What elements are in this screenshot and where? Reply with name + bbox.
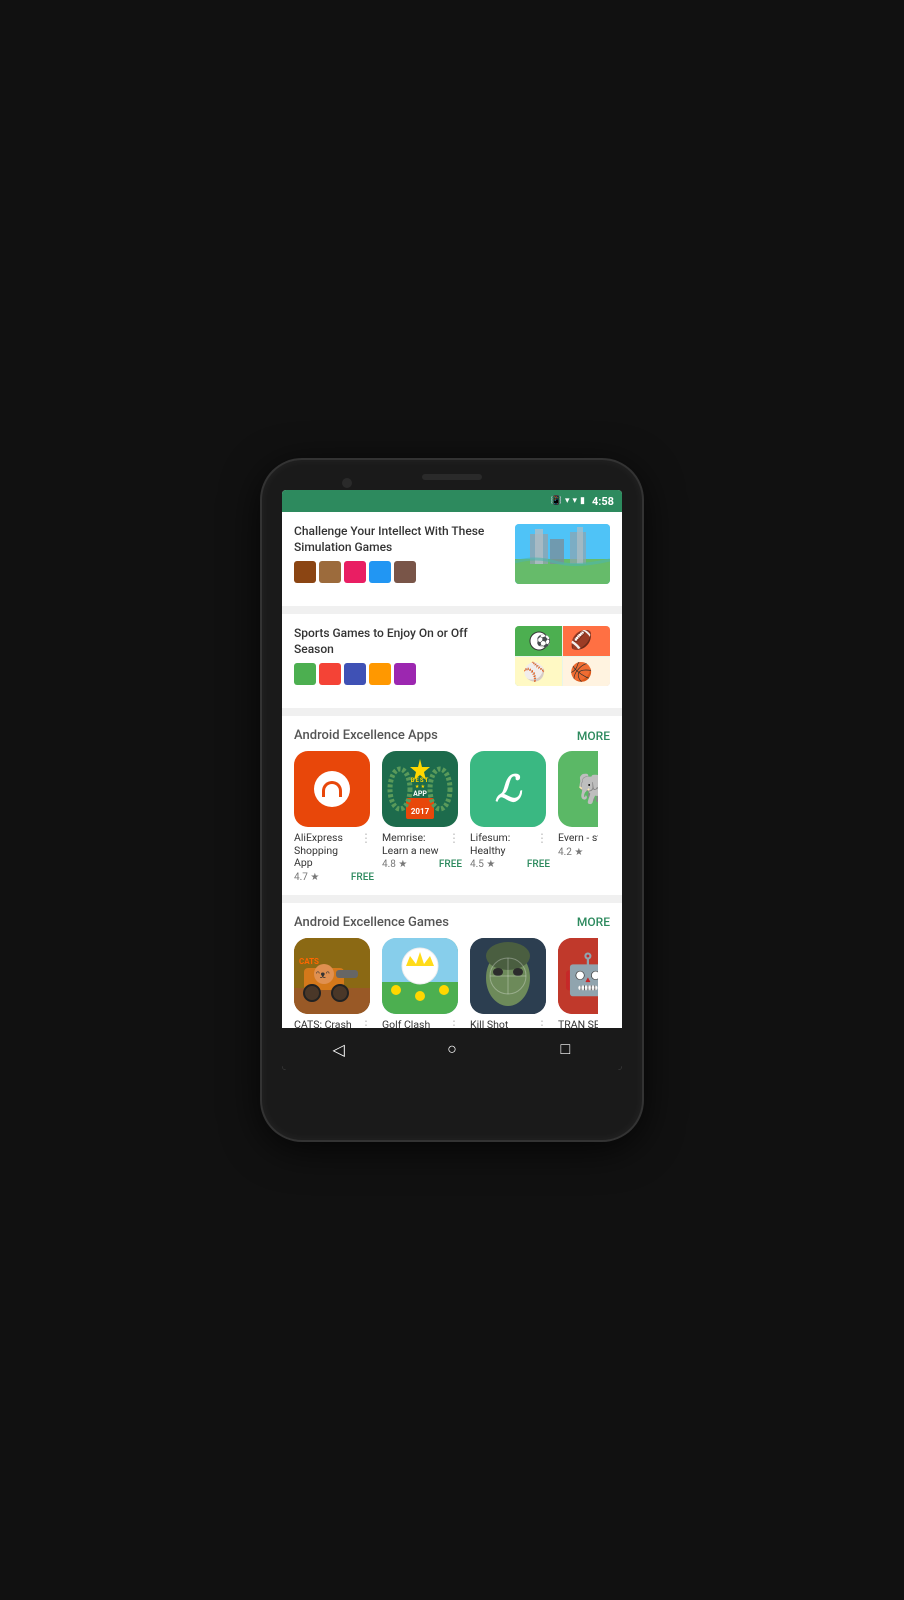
screen-content[interactable]: Challenge Your Intellect With These Simu… (282, 512, 622, 1028)
app-item-evernote[interactable]: 🐘 Evern - stay 4.2 ★ (558, 751, 598, 883)
home-button[interactable]: ○ (432, 1029, 472, 1069)
aliexpress-meta: 4.7 ★ FREE (294, 872, 374, 883)
lifesum-name: Lifesum: Healthy (470, 832, 532, 857)
sports-mini-icon-4 (369, 663, 391, 685)
recents-button[interactable]: □ (545, 1029, 585, 1069)
memrise-rating: 4.8 ★ (382, 859, 407, 870)
svg-text:🏀: 🏀 (570, 660, 592, 684)
apps-scroll[interactable]: AliExpress Shopping App ⋮ 4.7 ★ FREE (294, 751, 610, 883)
sports-thumbnail: ⚽ 🏈 ⚾ 🏀 (515, 626, 610, 686)
golf-menu[interactable]: ⋮ (446, 1019, 462, 1028)
sports-mini-icons (294, 663, 505, 685)
phone-frame: 📳 ▾ ▾ ▮ 4:58 Challenge Your Intellect Wi… (262, 460, 642, 1140)
sim-mini-icon-3 (344, 561, 366, 583)
game-item-golf[interactable]: Golf Clash ⋮ 4.5 ★ FREE (382, 938, 462, 1028)
sports-title: Sports Games to Enjoy On or Off Season (294, 626, 505, 657)
aliexpress-rating: 4.7 ★ (294, 872, 319, 883)
lifesum-menu[interactable]: ⋮ (534, 832, 550, 844)
phone-camera (342, 478, 352, 488)
aliexpress-name: AliExpress Shopping App (294, 832, 356, 870)
aliexpress-menu[interactable]: ⋮ (358, 832, 374, 844)
svg-text:⚽: ⚽ (535, 634, 551, 648)
phone-speaker (422, 474, 482, 480)
status-bar: 📳 ▾ ▾ ▮ 4:58 (282, 490, 622, 512)
excellence-apps-header: Android Excellence Apps MORE (294, 728, 610, 743)
back-button[interactable]: ◁ (319, 1029, 359, 1069)
simulation-title: Challenge Your Intellect With These Simu… (294, 524, 505, 555)
memrise-meta: 4.8 ★ FREE (382, 859, 462, 870)
excellence-games-more[interactable]: MORE (577, 915, 610, 929)
app-item-memrise[interactable]: BEST ★ ★ APP 2017 (382, 751, 462, 883)
transformers-icon: 🤖 (558, 938, 598, 1014)
lifesum-icon: ℒ (470, 751, 546, 827)
transformers-name: TRAN SERS: R (558, 1019, 598, 1028)
excellence-apps-more[interactable]: MORE (577, 729, 610, 743)
games-scroll[interactable]: ᵔᴥᵔ CATS CATS: Crash Arena Turbo ⋮ 4. (294, 938, 610, 1028)
golf-icon (382, 938, 458, 1014)
memrise-price: FREE (439, 859, 462, 870)
wifi-icon: ▾ (565, 496, 570, 506)
killshot-icon (470, 938, 546, 1014)
simulation-thumbnail (515, 524, 610, 584)
svg-text:CATS: CATS (299, 957, 319, 966)
vibrate-icon: 📳 (551, 496, 562, 506)
memrise-icon: BEST ★ ★ APP 2017 (382, 751, 458, 827)
evernote-icon: 🐘 (558, 751, 598, 827)
status-icons: 📳 ▾ ▾ ▮ 4:58 (551, 495, 614, 508)
svg-text:🤖: 🤖 (563, 951, 598, 998)
svg-text:ᵔᴥᵔ: ᵔᴥᵔ (316, 970, 330, 981)
status-time: 4:58 (592, 495, 614, 508)
phone-screen: 📳 ▾ ▾ ▮ 4:58 Challenge Your Intellect Wi… (282, 490, 622, 1070)
sports-info: Sports Games to Enjoy On or Off Season (294, 626, 505, 685)
lifesum-meta: 4.5 ★ FREE (470, 859, 550, 870)
killshot-name: Kill Shot Bravo (470, 1019, 532, 1028)
sports-mini-icon-2 (319, 663, 341, 685)
excellence-apps-card: Android Excellence Apps MORE (282, 716, 622, 895)
game-item-cats[interactable]: ᵔᴥᵔ CATS CATS: Crash Arena Turbo ⋮ 4. (294, 938, 374, 1028)
game-item-transformers[interactable]: 🤖 TRAN SERS: R 4.6 ★ (558, 938, 598, 1028)
evernote-rating: 4.2 ★ (558, 847, 583, 858)
navigation-bar: ◁ ○ □ (282, 1028, 622, 1070)
simulation-mini-icons (294, 561, 505, 583)
killshot-menu[interactable]: ⋮ (534, 1019, 550, 1028)
sim-mini-icon-1 (294, 561, 316, 583)
golf-name: Golf Clash (382, 1019, 444, 1028)
cats-menu[interactable]: ⋮ (358, 1019, 374, 1028)
aliexpress-icon (294, 751, 370, 827)
lifesum-letter: ℒ (495, 768, 521, 810)
excellence-games-card: Android Excellence Games MORE (282, 903, 622, 1028)
svg-text:⚾: ⚾ (522, 661, 545, 683)
sports-mini-icon-3 (344, 663, 366, 685)
memrise-menu[interactable]: ⋮ (446, 832, 462, 844)
memrise-name: Memrise: Learn a new (382, 832, 444, 857)
evernote-name: Evern - stay (558, 832, 598, 845)
sim-image (515, 524, 610, 584)
signal-icon: ▾ (572, 496, 577, 506)
sports-mini-icon-5 (394, 663, 416, 685)
sports-games-card: Sports Games to Enjoy On or Off Season (282, 614, 622, 708)
excellence-games-title: Android Excellence Games (294, 915, 449, 930)
svg-text:🏈: 🏈 (570, 629, 592, 651)
excellence-apps-title: Android Excellence Apps (294, 728, 438, 743)
simulation-info: Challenge Your Intellect With These Simu… (294, 524, 505, 583)
simulation-games-card: Challenge Your Intellect With These Simu… (282, 512, 622, 606)
sim-mini-icon-5 (394, 561, 416, 583)
excellence-games-header: Android Excellence Games MORE (294, 915, 610, 930)
aliexpress-price: FREE (351, 872, 374, 883)
cats-name: CATS: Crash Arena Turbo (294, 1019, 356, 1028)
sports-collection-item[interactable]: Sports Games to Enjoy On or Off Season (294, 626, 610, 686)
sim-mini-icon-2 (319, 561, 341, 583)
lifesum-price: FREE (527, 859, 550, 870)
sports-mini-icon-1 (294, 663, 316, 685)
sim-mini-icon-4 (369, 561, 391, 583)
battery-icon: ▮ (580, 496, 585, 506)
app-item-lifesum[interactable]: ℒ Lifesum: Healthy ⋮ 4.5 ★ FREE (470, 751, 550, 883)
simulation-collection-item[interactable]: Challenge Your Intellect With These Simu… (294, 524, 610, 584)
lifesum-rating: 4.5 ★ (470, 859, 495, 870)
sports-image: ⚽ 🏈 ⚾ 🏀 (515, 626, 610, 686)
evernote-meta: 4.2 ★ (558, 847, 598, 858)
game-item-killshot[interactable]: Kill Shot Bravo ⋮ 4.5 ★ FREE (470, 938, 550, 1028)
app-item-aliexpress[interactable]: AliExpress Shopping App ⋮ 4.7 ★ FREE (294, 751, 374, 883)
cats-icon: ᵔᴥᵔ CATS (294, 938, 370, 1014)
